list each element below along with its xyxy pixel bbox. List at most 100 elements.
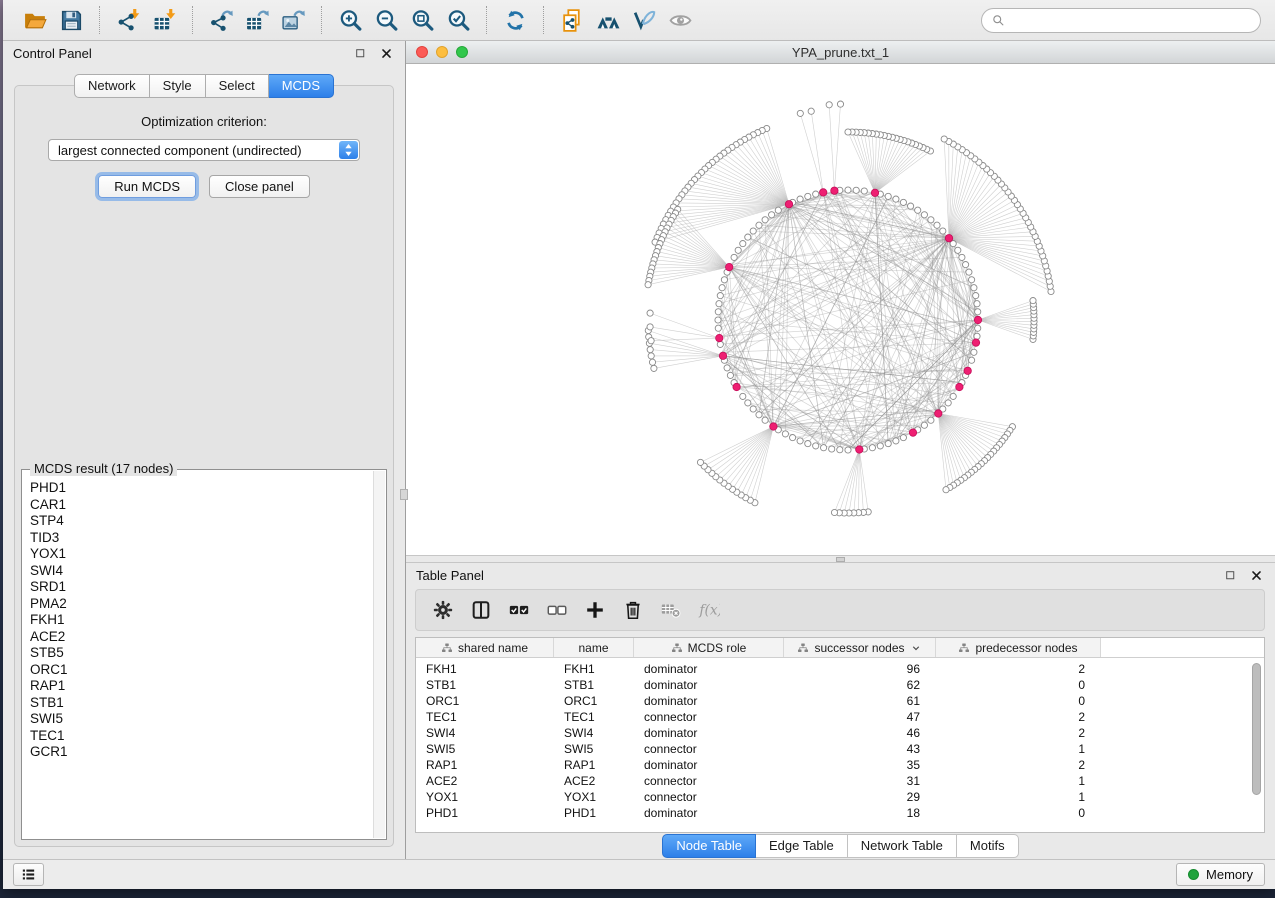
graph-node[interactable] <box>724 365 730 371</box>
vizmapper-button[interactable] <box>628 4 660 36</box>
graph-node[interactable] <box>762 417 768 423</box>
graph-node[interactable] <box>731 254 737 260</box>
graph-hub-node[interactable] <box>972 339 979 346</box>
graph-leaf-node[interactable] <box>645 282 651 288</box>
graph-node[interactable] <box>790 435 796 441</box>
graph-node[interactable] <box>975 309 981 315</box>
graph-leaf-node[interactable] <box>845 129 851 135</box>
network-documents-button[interactable] <box>556 4 588 36</box>
mcds-result-item[interactable]: ACE2 <box>30 629 366 646</box>
graph-node[interactable] <box>928 417 934 423</box>
vertical-splitter-handle[interactable] <box>400 489 408 500</box>
close-panel-button[interactable] <box>378 45 395 62</box>
graph-leaf-node[interactable] <box>826 102 832 108</box>
optimization-criterion-dropdown[interactable]: largest connected component (undirected) <box>48 139 360 161</box>
graph-node[interactable] <box>974 301 980 307</box>
graph-node[interactable] <box>829 446 835 452</box>
graph-node[interactable] <box>756 222 762 228</box>
graph-node[interactable] <box>750 406 756 412</box>
column-header-predecessor-nodes[interactable]: predecessor nodes <box>936 638 1101 657</box>
graph-node[interactable] <box>969 277 975 283</box>
horizontal-splitter[interactable] <box>406 555 1275 563</box>
graph-node[interactable] <box>740 241 746 247</box>
graph-node[interactable] <box>934 222 940 228</box>
graph-leaf-node[interactable] <box>1030 298 1036 304</box>
column-header-shared-name[interactable]: shared name <box>416 638 554 657</box>
graph-node[interactable] <box>900 199 906 205</box>
graph-hub-node[interactable] <box>871 189 878 196</box>
graph-leaf-node[interactable] <box>648 353 654 359</box>
mcds-result-item[interactable]: STB5 <box>30 645 366 662</box>
graph-leaf-node[interactable] <box>941 136 947 142</box>
horizontal-splitter-handle[interactable] <box>836 557 845 562</box>
graph-node[interactable] <box>721 277 727 283</box>
graph-node[interactable] <box>861 188 867 194</box>
graph-node[interactable] <box>959 254 965 260</box>
graph-node[interactable] <box>769 212 775 218</box>
table-scrollbar[interactable] <box>1251 661 1262 829</box>
float-panel-button[interactable] <box>352 45 369 62</box>
graph-hub-node[interactable] <box>974 316 981 323</box>
open-folder-button[interactable] <box>19 4 51 36</box>
save-button[interactable] <box>55 4 87 36</box>
graph-node[interactable] <box>837 447 843 453</box>
graph-hub-node[interactable] <box>716 334 723 341</box>
deselect-all-button[interactable] <box>540 594 574 626</box>
table-row[interactable]: SWI4SWI4dominator462 <box>416 725 1264 741</box>
graph-node[interactable] <box>805 193 811 199</box>
graph-node[interactable] <box>845 447 851 453</box>
table-x-button[interactable] <box>654 594 688 626</box>
table-row[interactable]: FKH1FKH1dominator962 <box>416 661 1264 677</box>
graph-node[interactable] <box>813 191 819 197</box>
close-table-panel-button[interactable] <box>1248 567 1265 584</box>
tab-edge-table[interactable]: Edge Table <box>756 834 848 858</box>
graph-node[interactable] <box>974 333 980 339</box>
import-table-button[interactable] <box>148 4 180 36</box>
table-row[interactable]: RAP1RAP1dominator352 <box>416 757 1264 773</box>
refresh-button[interactable] <box>499 4 531 36</box>
mcds-result-item[interactable]: SRD1 <box>30 579 366 596</box>
graph-leaf-node[interactable] <box>697 459 703 465</box>
graph-node[interactable] <box>945 400 951 406</box>
gear-button[interactable] <box>426 594 460 626</box>
mcds-result-item[interactable]: STP4 <box>30 513 366 530</box>
export-network-button[interactable] <box>205 4 237 36</box>
graph-node[interactable] <box>971 285 977 291</box>
graph-node[interactable] <box>716 301 722 307</box>
table-row[interactable]: STB1STB1dominator620 <box>416 677 1264 693</box>
fx-button[interactable] <box>692 594 726 626</box>
graph-node[interactable] <box>805 441 811 447</box>
graph-node[interactable] <box>845 187 851 193</box>
graph-node[interactable] <box>750 228 756 234</box>
graph-node[interactable] <box>940 228 946 234</box>
column-header-successor-nodes[interactable]: successor nodes <box>784 638 936 657</box>
graph-node[interactable] <box>969 357 975 363</box>
graph-node[interactable] <box>950 393 956 399</box>
graph-node[interactable] <box>740 393 746 399</box>
graph-leaf-node[interactable] <box>831 509 837 515</box>
mcds-result-scrollbar[interactable] <box>373 471 385 838</box>
tab-motifs[interactable]: Motifs <box>957 834 1019 858</box>
close-window-button[interactable] <box>416 46 428 58</box>
graph-node[interactable] <box>893 196 899 202</box>
graph-hub-node[interactable] <box>733 383 740 390</box>
graph-node[interactable] <box>915 207 921 213</box>
export-image-button[interactable] <box>277 4 309 36</box>
search-input[interactable] <box>1012 12 1251 29</box>
graph-hub-node[interactable] <box>820 189 827 196</box>
graph-leaf-node[interactable] <box>651 365 657 371</box>
graph-node[interactable] <box>813 443 819 449</box>
graph-node[interactable] <box>715 325 721 331</box>
graph-node[interactable] <box>797 438 803 444</box>
zoom-out-button[interactable] <box>370 4 402 36</box>
graph-hub-node[interactable] <box>831 187 838 194</box>
graph-node[interactable] <box>762 217 768 223</box>
graph-leaf-node[interactable] <box>943 487 949 493</box>
export-table-button[interactable] <box>241 4 273 36</box>
columns-button[interactable] <box>464 594 498 626</box>
graph-node[interactable] <box>717 293 723 299</box>
graph-hub-node[interactable] <box>785 201 792 208</box>
graph-leaf-node[interactable] <box>647 324 653 330</box>
tab-network-table[interactable]: Network Table <box>848 834 957 858</box>
tab-select[interactable]: Select <box>206 74 269 98</box>
